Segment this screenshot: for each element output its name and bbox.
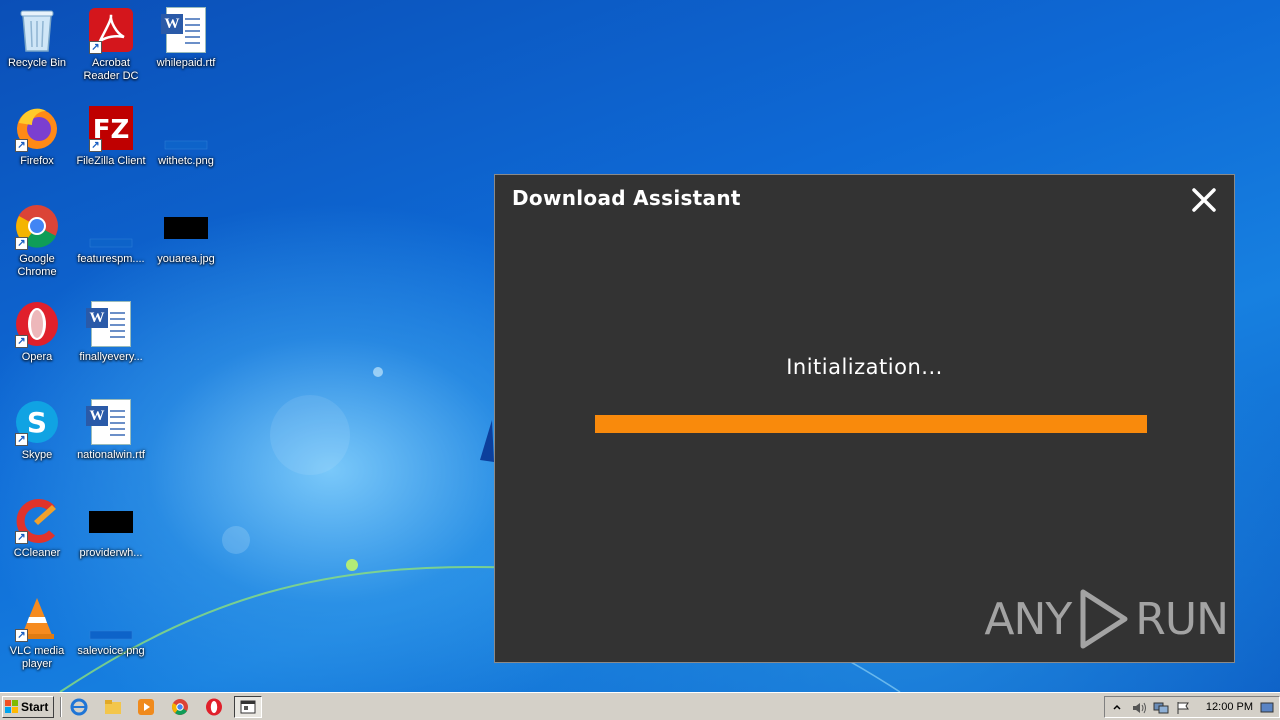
word-document-icon: W: [86, 300, 135, 348]
watermark-right: RUN: [1135, 593, 1229, 645]
firefox-icon: ↗: [13, 104, 61, 152]
vlc-icon: ↗: [13, 594, 61, 642]
close-icon: [1192, 188, 1216, 212]
desktop-icon-nationalwin[interactable]: W nationalwin.rtf: [74, 398, 148, 494]
anyrun-watermark: ANY RUN: [984, 588, 1229, 650]
image-file-icon: [162, 202, 210, 250]
taskbar-separator: [60, 697, 62, 717]
desktop-icon-ccleaner[interactable]: ↗ CCleaner: [0, 496, 74, 592]
shortcut-arrow-icon: ↗: [15, 237, 28, 250]
close-button[interactable]: [1190, 186, 1218, 214]
desktop-icon-google-chrome[interactable]: ↗ Google Chrome: [0, 202, 74, 298]
desktop-icon-opera[interactable]: ↗ Opera: [0, 300, 74, 396]
desktop-icon-youarea[interactable]: youarea.jpg: [149, 202, 223, 298]
shortcut-arrow-icon: ↗: [89, 139, 102, 152]
shortcut-arrow-icon: ↗: [89, 41, 102, 54]
desktop-icon-recycle-bin[interactable]: Recycle Bin: [0, 6, 74, 102]
active-window-button[interactable]: [234, 696, 262, 718]
word-document-icon: W: [161, 6, 210, 54]
show-hidden-icons-icon[interactable]: [1109, 700, 1125, 716]
desktop-icon-acrobat[interactable]: ↗ Acrobat Reader DC: [74, 6, 148, 102]
explorer-icon[interactable]: [103, 697, 123, 717]
image-file-icon: [162, 104, 210, 152]
clock[interactable]: 12:00 PM: [1206, 701, 1253, 713]
desktop-icon-label: Recycle Bin: [7, 57, 67, 69]
desktop-icon-salevoice[interactable]: salevoice.png: [74, 594, 148, 690]
desktop: Recycle Bin ↗ Firefox ↗ Google Chrome ↗ …: [0, 0, 1280, 692]
desktop-icon-featurespm[interactable]: featurespm....: [74, 202, 148, 298]
desktop-icon-skype[interactable]: S ↗ Skype: [0, 398, 74, 494]
shortcut-arrow-icon: ↗: [15, 433, 28, 446]
word-document-icon: W: [86, 398, 135, 446]
windows-logo-icon: [5, 700, 18, 713]
start-label: Start: [21, 700, 49, 714]
desktop-icon-label: Firefox: [20, 155, 54, 167]
image-file-icon: [87, 202, 135, 250]
start-button[interactable]: Start: [2, 696, 54, 718]
opera-icon[interactable]: [204, 697, 224, 717]
desktop-icon-label: nationalwin.rtf: [77, 449, 145, 461]
action-center-flag-icon[interactable]: [1175, 700, 1191, 716]
chrome-icon: ↗: [13, 202, 61, 250]
desktop-icon-vlc[interactable]: ↗ VLC media player: [0, 594, 74, 690]
desktop-icon-providerwh[interactable]: providerwh...: [74, 496, 148, 592]
desktop-icon-finallyevery[interactable]: W finallyevery...: [74, 300, 148, 396]
desktop-icon-label: CCleaner: [13, 547, 61, 559]
desktop-icon-label: finallyevery...: [79, 351, 143, 363]
desktop-icon-label: whilepaid.rtf: [156, 57, 216, 69]
desktop-icon-label: withetc.png: [158, 155, 214, 167]
play-logo-icon: [1080, 589, 1128, 649]
desktop-icon-label: VLC media player: [9, 645, 65, 670]
acrobat-icon: ↗: [87, 6, 135, 54]
shortcut-arrow-icon: ↗: [15, 139, 28, 152]
taskbar: Start 12:00 PM: [0, 692, 1280, 720]
desktop-icon-label: youarea.jpg: [157, 253, 215, 265]
svg-text:S: S: [27, 406, 47, 439]
network-icon[interactable]: [1153, 700, 1169, 716]
active-window-icon: [240, 700, 256, 714]
skype-icon: S ↗: [13, 398, 61, 446]
recycle-bin-icon: [13, 6, 61, 54]
watermark-left: ANY: [984, 593, 1072, 645]
shortcut-arrow-icon: ↗: [15, 629, 28, 642]
desktop-icon-label: Google Chrome: [17, 253, 57, 278]
chrome-icon[interactable]: [170, 697, 190, 717]
status-text: Initialization...: [786, 355, 943, 379]
desktop-icon-label: Opera: [21, 351, 53, 363]
media-player-icon[interactable]: [136, 697, 156, 717]
opera-icon: ↗: [13, 300, 61, 348]
desktop-icon-label: FileZilla Client: [76, 155, 146, 167]
desktop-icon-firefox[interactable]: ↗ Firefox: [0, 104, 74, 200]
shortcut-arrow-icon: ↗: [15, 335, 28, 348]
progress-bar: [595, 415, 1147, 433]
dialog-title: Download Assistant: [512, 186, 741, 210]
desktop-icon-label: Skype: [21, 449, 53, 461]
filezilla-icon: FZ ↗: [87, 104, 135, 152]
desktop-icon-label: providerwh...: [79, 547, 143, 559]
desktop-icon-label: featurespm....: [77, 253, 145, 265]
shortcut-arrow-icon: ↗: [15, 531, 28, 544]
show-desktop-icon[interactable]: [1259, 700, 1275, 716]
volume-icon[interactable]: [1131, 700, 1147, 716]
image-file-icon: [87, 496, 135, 544]
image-file-icon: [87, 594, 135, 642]
ie-icon[interactable]: [69, 697, 89, 717]
desktop-icon-filezilla[interactable]: FZ ↗ FileZilla Client: [74, 104, 148, 200]
ccleaner-icon: ↗: [13, 496, 61, 544]
system-tray: 12:00 PM: [1104, 696, 1280, 718]
download-assistant-dialog: Download Assistant Initialization... ANY…: [494, 174, 1235, 663]
desktop-icon-withetc[interactable]: withetc.png: [149, 104, 223, 200]
desktop-icon-label: salevoice.png: [77, 645, 145, 657]
desktop-icon-label: Acrobat Reader DC: [83, 57, 139, 82]
progress-bar-fill: [595, 415, 1147, 433]
desktop-icon-whilepaid[interactable]: W whilepaid.rtf: [149, 6, 223, 102]
